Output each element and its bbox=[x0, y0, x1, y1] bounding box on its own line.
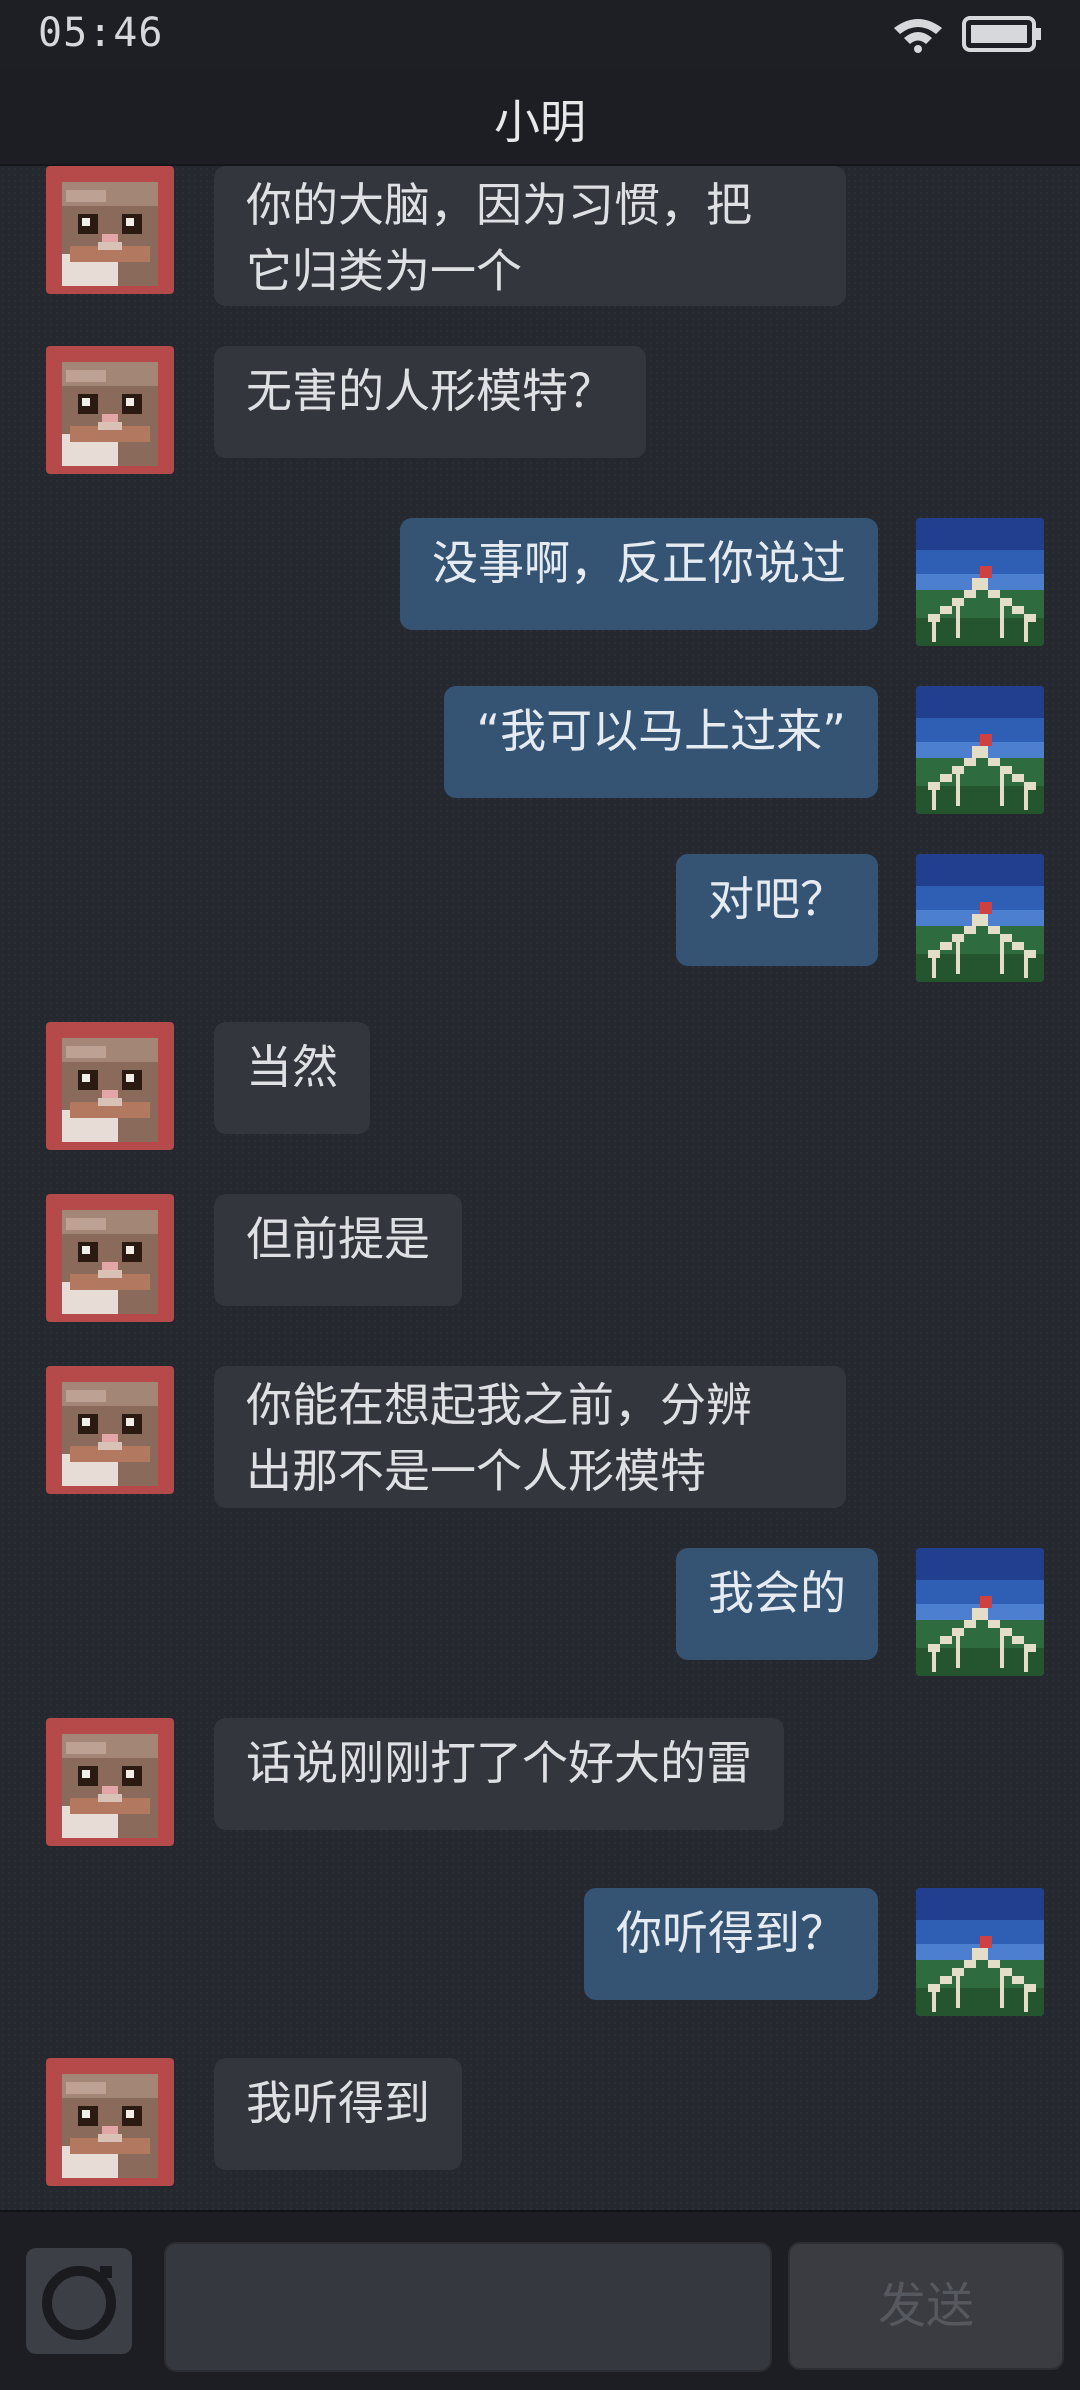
message-list[interactable]: 你的大脑，因为习惯，把 它归类为一个 无害的人形模特？ 没事啊，反正你说过 “我… bbox=[0, 166, 1080, 2210]
camera-icon bbox=[42, 2266, 116, 2340]
status-time: 05:46 bbox=[38, 10, 164, 56]
message-line: 无害的人形模特？ bbox=[246, 364, 614, 418]
contact-name: 小明 bbox=[494, 95, 586, 149]
cat-avatar-icon[interactable] bbox=[46, 166, 174, 294]
message-line: 当然 bbox=[246, 1040, 338, 1094]
message-line: 它归类为一个 bbox=[246, 244, 522, 298]
outgoing-message: “我可以马上过来” bbox=[444, 686, 878, 798]
message-line: 你能在想起我之前，分辨 bbox=[246, 1378, 752, 1432]
landscape-avatar-icon[interactable] bbox=[916, 518, 1044, 646]
outgoing-message: 没事啊，反正你说过 bbox=[400, 518, 878, 630]
landscape-avatar-icon[interactable] bbox=[916, 686, 1044, 814]
wifi-icon bbox=[894, 19, 942, 53]
landscape-avatar-icon[interactable] bbox=[916, 854, 1044, 982]
outgoing-message: 对吧？ bbox=[676, 854, 878, 966]
message-line: “我可以马上过来” bbox=[476, 704, 846, 758]
camera-button[interactable] bbox=[26, 2248, 132, 2354]
outgoing-message: 我会的 bbox=[676, 1548, 878, 1660]
send-button[interactable]: 发送 bbox=[788, 2242, 1064, 2370]
outgoing-message: 你听得到？ bbox=[584, 1888, 878, 2000]
cat-avatar-icon[interactable] bbox=[46, 1366, 174, 1494]
incoming-message: 话说刚刚打了个好大的雷 bbox=[214, 1718, 784, 1830]
message-line: 对吧？ bbox=[708, 872, 846, 926]
message-line: 我会的 bbox=[708, 1566, 846, 1620]
message-line: 没事啊，反正你说过 bbox=[432, 536, 846, 590]
message-line: 我听得到 bbox=[246, 2076, 430, 2130]
message-line: 你的大脑，因为习惯，把 bbox=[246, 178, 752, 232]
message-input[interactable] bbox=[164, 2242, 772, 2372]
incoming-message: 你的大脑，因为习惯，把 它归类为一个 bbox=[214, 166, 846, 306]
message-line: 你听得到？ bbox=[616, 1906, 846, 1960]
cat-avatar-icon[interactable] bbox=[46, 2058, 174, 2186]
incoming-message: 当然 bbox=[214, 1022, 370, 1134]
cat-avatar-icon[interactable] bbox=[46, 346, 174, 474]
message-line: 话说刚刚打了个好大的雷 bbox=[246, 1736, 752, 1790]
message-line: 出那不是一个人形模特 bbox=[246, 1444, 706, 1498]
landscape-avatar-icon[interactable] bbox=[916, 1888, 1044, 2016]
incoming-message: 我听得到 bbox=[214, 2058, 462, 2170]
cat-avatar-icon[interactable] bbox=[46, 1194, 174, 1322]
landscape-avatar-icon[interactable] bbox=[916, 1548, 1044, 1676]
status-bar: 05:46 bbox=[0, 0, 1080, 70]
cat-avatar-icon[interactable] bbox=[46, 1718, 174, 1846]
battery-icon bbox=[962, 16, 1041, 52]
chat-header: 小明 bbox=[0, 70, 1080, 166]
incoming-message: 你能在想起我之前，分辨 出那不是一个人形模特 bbox=[214, 1366, 846, 1508]
incoming-message: 无害的人形模特？ bbox=[214, 346, 646, 458]
input-bar: 发送 bbox=[0, 2210, 1080, 2390]
cat-avatar-icon[interactable] bbox=[46, 1022, 174, 1150]
incoming-message: 但前提是 bbox=[214, 1194, 462, 1306]
message-line: 但前提是 bbox=[246, 1212, 430, 1266]
